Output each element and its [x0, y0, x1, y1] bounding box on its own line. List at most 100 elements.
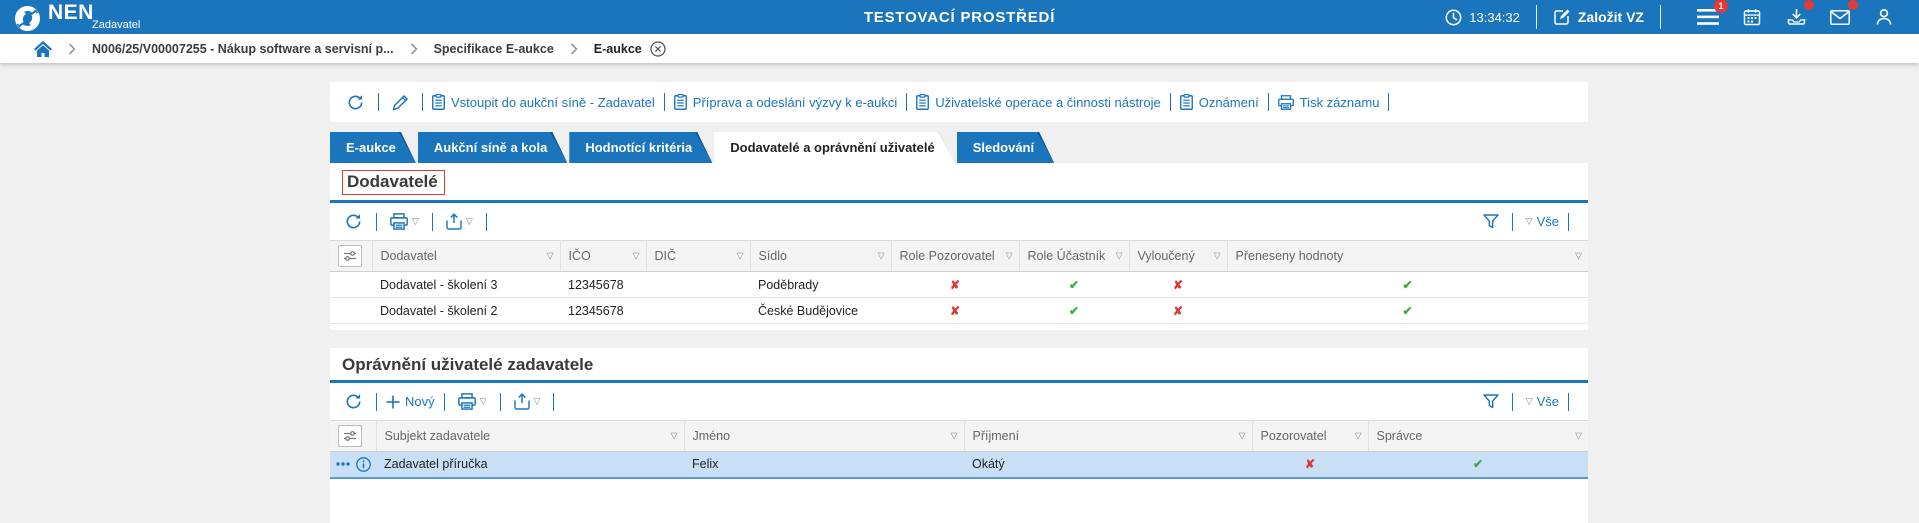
- filter-caret-icon[interactable]: ▽: [878, 251, 885, 262]
- suppliers-section-title: Dodavatelé: [342, 170, 445, 195]
- filter-button[interactable]: [1479, 214, 1503, 229]
- nen-logo-icon: [15, 6, 40, 31]
- edit-button[interactable]: [388, 94, 413, 111]
- refresh-icon: [346, 214, 361, 229]
- user-operations-link[interactable]: Uživatelské operace a činnosti nástroje: [916, 94, 1161, 110]
- column-header-subjekt-zadavatele[interactable]: Subjekt zadavatele ▽: [376, 420, 685, 452]
- menu-button[interactable]: 1: [1695, 0, 1728, 30]
- filter-caret-icon[interactable]: ▽: [951, 431, 958, 442]
- breadcrumb-item-eaukce[interactable]: E-aukce: [594, 42, 642, 56]
- suppliers-header-row: Dodavatel ▽ IČO ▽ DIČ ▽ Sídlo ▽ Role Pozorov…: [330, 240, 1588, 272]
- table-cell: [646, 271, 750, 298]
- calendar-icon: [1743, 9, 1761, 26]
- filter-caret-icon[interactable]: ▽: [633, 251, 640, 262]
- divider: [663, 93, 665, 111]
- create-vz-button[interactable]: Založit VZ: [1553, 8, 1644, 26]
- tab-e-aukce[interactable]: E-aukce: [330, 132, 416, 163]
- filter-caret-icon[interactable]: ▽: [1575, 251, 1582, 262]
- filter-caret-icon[interactable]: ▽: [737, 251, 744, 262]
- filter-caret-icon[interactable]: ▽: [1006, 251, 1013, 262]
- enter-auction-room-link[interactable]: Vstoupit do aukční síně - Zadavatel: [432, 94, 655, 110]
- chevron-right-icon: [410, 42, 418, 55]
- column-header-role-ucastnik[interactable]: Role Účastník ▽: [1019, 240, 1130, 272]
- notifications-link[interactable]: Oznámení: [1179, 94, 1259, 110]
- filter-caret-icon[interactable]: ▽: [547, 251, 554, 262]
- divider: [422, 93, 423, 111]
- calendar-button[interactable]: [1739, 4, 1765, 30]
- grid-settings-button[interactable]: [338, 425, 362, 447]
- filter-button[interactable]: [1479, 394, 1503, 409]
- column-header-dodavatel[interactable]: Dodavatel ▽: [372, 240, 561, 272]
- dropdown-caret-icon: ▽: [412, 216, 419, 226]
- tab-aukcni-sine-a-kola[interactable]: Aukční síně a kola: [418, 132, 567, 163]
- messages-button[interactable]: [1827, 0, 1858, 30]
- app-header: NEN Zadavatel TESTOVACÍ PROSTŘEDÍ 13:34:…: [0, 0, 1919, 34]
- ellipsis-icon: [335, 462, 350, 466]
- close-tab-button[interactable]: [650, 40, 666, 57]
- check-icon: ✔: [1402, 277, 1413, 292]
- table-cell: Dodavatel - školení 2: [372, 297, 560, 324]
- user-row[interactable]: Zadavatel příručka Felix Okátý ✘ ✔: [330, 451, 1588, 479]
- dropdown-caret-icon: ▽: [479, 396, 487, 406]
- time-label: 13:34:32: [1469, 9, 1520, 25]
- show-all-link[interactable]: Vše: [1537, 394, 1559, 409]
- user-icon: [1876, 8, 1892, 25]
- column-header-spravce[interactable]: Správce ▽: [1368, 420, 1588, 452]
- tab-hodnotici-kriteria[interactable]: Hodnotící kritéria: [569, 132, 712, 163]
- suppliers-table: Dodavatel ▽ IČO ▽ DIČ ▽ Sídlo ▽ Role Pozorov…: [330, 240, 1588, 324]
- tab-sledovani[interactable]: Sledování: [957, 132, 1054, 163]
- show-all-link[interactable]: Vše: [1537, 214, 1559, 229]
- refresh-button[interactable]: [342, 93, 369, 112]
- row-menu-button[interactable]: [335, 462, 350, 466]
- column-header-ico[interactable]: IČO ▽: [560, 240, 647, 272]
- dropdown-caret-icon[interactable]: ▽: [1526, 396, 1533, 407]
- export-button[interactable]: ▽: [510, 393, 545, 410]
- home-icon: [34, 40, 52, 57]
- prepare-send-invite-link[interactable]: Příprava a odeslání výzvy k e-aukci: [673, 94, 897, 110]
- divider: [1660, 5, 1661, 29]
- table-cell: České Budějovice: [750, 297, 891, 324]
- chevron-right-icon: [68, 42, 76, 55]
- cross-icon: ✘: [1304, 457, 1316, 472]
- tab-bar: E-aukce Aukční síně a kola Hodnotící kri…: [330, 132, 1056, 163]
- breadcrumb-item-procurement[interactable]: N006/25/V00007255 - Nákup software a ser…: [92, 42, 394, 56]
- export-button[interactable]: ▽: [442, 213, 477, 230]
- filter-caret-icon[interactable]: ▽: [1214, 251, 1221, 262]
- refresh-button[interactable]: [340, 212, 367, 231]
- new-user-button[interactable]: Nový: [386, 394, 435, 409]
- cross-icon: ✘: [1172, 303, 1184, 318]
- tab-dodavatele-a-opravneni-uzivatele[interactable]: Dodavatelé a oprávnění uživatelé: [714, 132, 954, 163]
- column-header-preneseny-hodnoty[interactable]: Přeneseny hodnoty ▽: [1227, 240, 1588, 272]
- filter-caret-icon[interactable]: ▽: [1239, 431, 1246, 442]
- filter-caret-icon[interactable]: ▽: [671, 431, 678, 442]
- filter-caret-icon[interactable]: ▽: [1116, 251, 1123, 262]
- print-button[interactable]: ▽: [386, 213, 423, 230]
- column-header-pozorovatel[interactable]: Pozorovatel ▽: [1252, 420, 1369, 452]
- profile-button[interactable]: [1871, 4, 1897, 30]
- filter-caret-icon[interactable]: ▽: [1575, 431, 1582, 442]
- breadcrumb-item-specification[interactable]: Specifikace E-aukce: [434, 42, 554, 56]
- print-record-link[interactable]: Tisk záznamu: [1277, 95, 1379, 110]
- column-header-prijmeni[interactable]: Příjmení ▽: [964, 420, 1253, 452]
- column-header-role-pozorovatel[interactable]: Role Pozorovatel ▽: [891, 240, 1020, 272]
- home-button[interactable]: [34, 40, 52, 57]
- row-detail-button[interactable]: [355, 456, 371, 472]
- column-header-vylouceny[interactable]: Vyloučený ▽: [1129, 240, 1228, 272]
- filter-caret-icon[interactable]: ▽: [1355, 431, 1362, 442]
- nen-logo[interactable]: NEN Zadavatel: [0, 2, 140, 32]
- supplier-row[interactable]: Dodavatel - školení 3 12345678 Poděbrady ✘ ✔…: [330, 271, 1588, 298]
- downloads-button[interactable]: [1783, 0, 1814, 30]
- download-tray-icon: [1787, 9, 1805, 25]
- edit-square-icon: [1554, 9, 1570, 25]
- info-icon: [355, 456, 371, 472]
- grid-settings-button[interactable]: [338, 245, 362, 267]
- column-header-sidlo[interactable]: Sídlo ▽: [750, 240, 892, 272]
- refresh-button[interactable]: [340, 392, 367, 411]
- suppliers-grid-toolbar: ▽ ▽ ▽ Vše: [330, 203, 1588, 240]
- column-header-dic[interactable]: DIČ ▽: [646, 240, 751, 272]
- column-header-jmeno[interactable]: Jméno ▽: [684, 420, 965, 452]
- supplier-row[interactable]: Dodavatel - školení 2 12345678 České Buděj…: [330, 297, 1588, 324]
- dropdown-caret-icon[interactable]: ▽: [1526, 216, 1533, 227]
- users-grid-toolbar: Nový ▽ ▽ ▽ Vše: [330, 383, 1588, 420]
- print-button[interactable]: ▽: [454, 393, 491, 410]
